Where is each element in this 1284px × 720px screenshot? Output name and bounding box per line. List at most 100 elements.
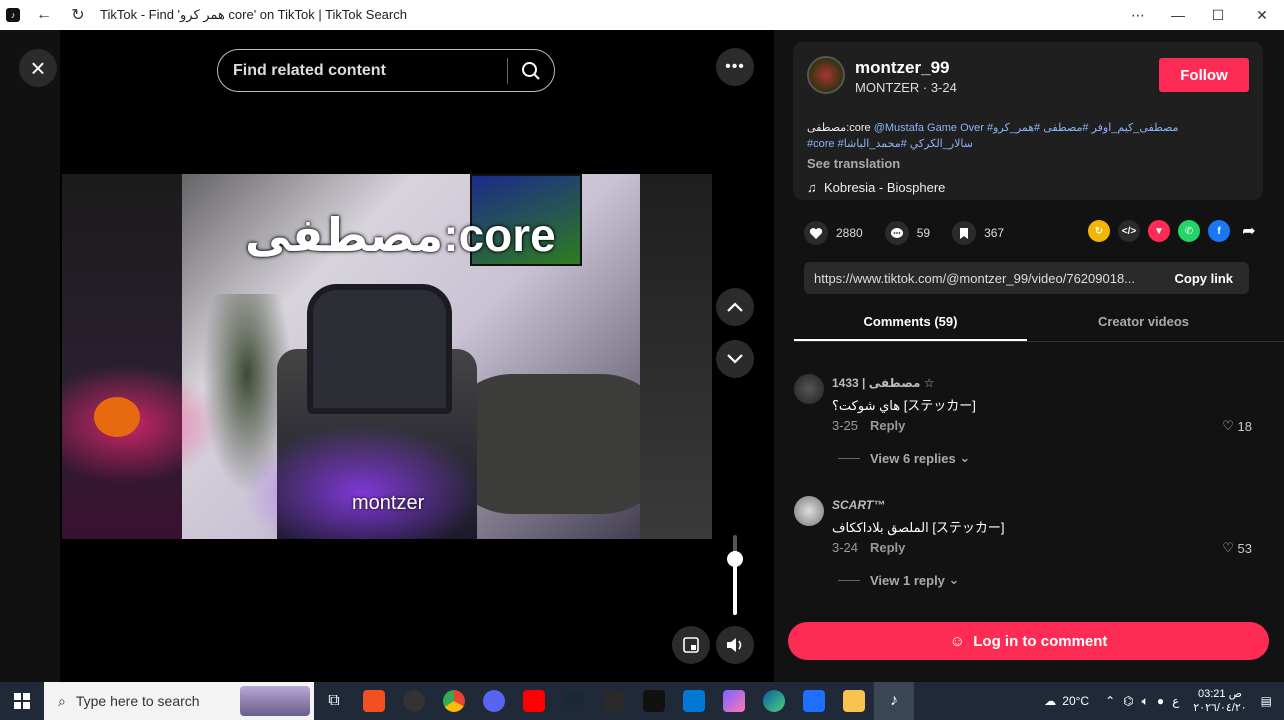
description-tags[interactable]: @Mustafa Game Over #مصطفى_كيم_اوفر #مصطف… <box>874 122 1179 134</box>
copy-link-button[interactable]: Copy link <box>1158 271 1249 286</box>
obs-icon[interactable] <box>394 682 434 720</box>
comment-icon: ☺ <box>949 632 965 650</box>
embed-icon[interactable]: </> <box>1118 220 1140 242</box>
tab-comments[interactable]: Comments (59) <box>794 302 1027 341</box>
comment-like[interactable]: ♡ 18 <box>1222 418 1252 434</box>
view-replies-button[interactable]: View 6 replies ⌄ <box>838 450 970 466</box>
related-search-bar[interactable]: Find related content <box>217 49 555 92</box>
tiktok-taskbar-icon[interactable]: ♪ <box>874 682 914 720</box>
chrome-icon[interactable] <box>434 682 474 720</box>
clock-date: ٢٠٢٦/٠٤/٢٠ <box>1193 702 1247 714</box>
music-title: Kobresia - Biosphere <box>823 180 946 195</box>
heart-outline-icon: ♡ <box>1222 418 1234 433</box>
avatar[interactable] <box>807 56 845 94</box>
login-label: Log in to comment <box>973 632 1108 650</box>
commenter-name[interactable]: SCART™ <box>832 498 885 512</box>
next-video-button[interactable] <box>716 340 754 378</box>
follow-button[interactable]: Follow <box>1159 58 1249 92</box>
commenter-avatar[interactable] <box>794 496 824 526</box>
more-options-button[interactable]: ••• <box>716 48 754 86</box>
chevron-up-icon[interactable]: ⌃ <box>1105 694 1115 708</box>
like-stat[interactable]: 2880 <box>804 221 863 245</box>
mute-button[interactable] <box>716 626 754 664</box>
description-tags-line2[interactable]: #core #سالار_الكركي #محمد_الباشا <box>807 136 1247 152</box>
reload-icon[interactable]: ↻ <box>68 5 88 25</box>
outlook-icon[interactable] <box>674 682 714 720</box>
view-replies-label: View 1 reply <box>870 572 945 588</box>
details-panel: montzer_99 MONTZER · 3-24 Follow مصطفى:c… <box>774 30 1284 682</box>
notifications-icon[interactable]: ▤ <box>1261 694 1272 708</box>
window-titlebar: ♪ ← ↻ TikTok - Find 'همر كرو core' on Ti… <box>0 0 1284 30</box>
search-input[interactable]: Find related content <box>233 62 507 80</box>
video-stage: × Find related content مصطفى:core montze… <box>0 30 774 682</box>
task-view-icon[interactable]: ⧉ <box>314 682 354 720</box>
file-explorer-icon[interactable] <box>834 682 874 720</box>
reply-button[interactable]: Reply <box>870 418 905 433</box>
minimize-button[interactable]: — <box>1158 0 1198 30</box>
previous-video-button[interactable] <box>716 288 754 326</box>
capcut-icon[interactable] <box>634 682 674 720</box>
repost-icon[interactable]: ↻ <box>1088 220 1110 242</box>
weather-temp[interactable]: 20°C <box>1062 694 1089 708</box>
store-icon[interactable] <box>354 682 394 720</box>
start-button[interactable] <box>0 682 44 720</box>
youtube-icon[interactable] <box>514 682 554 720</box>
view-replies-button[interactable]: View 1 reply ⌄ <box>838 572 959 588</box>
login-to-comment-button[interactable]: ☺ Log in to comment <box>788 622 1269 660</box>
clock[interactable]: 03:21 ص ٢٠٢٦/٠٤/٢٠ <box>1193 687 1246 715</box>
video-frame[interactable]: مصطفى:core montzer <box>62 174 712 539</box>
comment-like[interactable]: ♡ 53 <box>1222 540 1252 556</box>
comment-count: 59 <box>916 226 931 240</box>
chevron-down-icon <box>727 354 743 364</box>
author-username[interactable]: montzer_99 <box>855 58 949 78</box>
music-row[interactable]: ♫ Kobresia - Biosphere <box>807 180 945 195</box>
comment-stat[interactable]: 59 <box>884 221 931 245</box>
microphone-icon[interactable]: ● <box>1157 694 1164 708</box>
whatsapp-icon[interactable]: ✆ <box>1178 220 1200 242</box>
close-video-button[interactable]: × <box>19 49 57 87</box>
comment-date: 3-24 <box>832 540 859 555</box>
save-stat[interactable]: 367 <box>952 221 1004 245</box>
more-options-icon[interactable]: ⋯ <box>1118 0 1158 30</box>
reply-button[interactable]: Reply <box>870 540 905 555</box>
tab-creator-videos[interactable]: Creator videos <box>1027 302 1260 341</box>
back-arrow-icon[interactable]: ← <box>34 6 54 24</box>
share-arrow-icon[interactable]: ➦ <box>1238 220 1260 242</box>
commenter-name[interactable]: مصطفى | 1433 ☆ <box>832 376 935 390</box>
engagement-stats: 2880 59 367 <box>804 220 1026 246</box>
edge-icon[interactable] <box>754 682 794 720</box>
taskbar-search[interactable]: ⌕ Type here to search <box>44 682 314 720</box>
comment-date: 3-25 <box>832 418 859 433</box>
search-icon[interactable] <box>508 61 554 81</box>
send-dm-icon[interactable]: ▼ <box>1148 220 1170 242</box>
chevron-down-icon: ⌄ <box>959 450 971 465</box>
facebook-icon[interactable]: f <box>1208 220 1230 242</box>
tiktok-icon: ♪ <box>6 8 20 22</box>
weather-icon[interactable]: ☁ <box>1044 694 1056 708</box>
chevron-up-icon <box>727 302 743 312</box>
share-link-box: https://www.tiktok.com/@montzer_99/video… <box>804 262 1249 294</box>
close-window-button[interactable]: ✕ <box>1242 0 1282 30</box>
discord-icon[interactable] <box>474 682 514 720</box>
picture-in-picture-button[interactable] <box>672 626 710 664</box>
taskbar-search-input[interactable]: Type here to search <box>76 693 200 709</box>
volume-slider[interactable] <box>733 535 737 615</box>
post-card: montzer_99 MONTZER · 3-24 Follow مصطفى:c… <box>793 42 1263 200</box>
volume-icon[interactable]: 🔈︎ <box>1142 694 1149 709</box>
share-buttons: ↻ </> ▼ ✆ f ➦ <box>1080 220 1260 242</box>
maximize-button[interactable]: ☐ <box>1198 0 1238 30</box>
commenter-avatar[interactable] <box>794 374 824 404</box>
copilot-icon[interactable] <box>714 682 754 720</box>
comment-like-count: 53 <box>1237 540 1252 556</box>
chevron-down-icon: ⌄ <box>948 572 960 587</box>
language-indicator[interactable]: ع <box>1172 694 1179 708</box>
volume-slider-fill <box>733 559 737 615</box>
author-subtitle: MONTZER · 3-24 <box>855 80 957 95</box>
steam-icon[interactable] <box>554 682 594 720</box>
network-icon[interactable]: ⌬ <box>1123 694 1133 708</box>
volume-slider-knob[interactable] <box>727 551 743 567</box>
epic-games-icon[interactable] <box>594 682 634 720</box>
see-translation-link[interactable]: See translation <box>807 156 900 171</box>
app-icon[interactable] <box>794 682 834 720</box>
share-link-url[interactable]: https://www.tiktok.com/@montzer_99/video… <box>804 271 1158 286</box>
